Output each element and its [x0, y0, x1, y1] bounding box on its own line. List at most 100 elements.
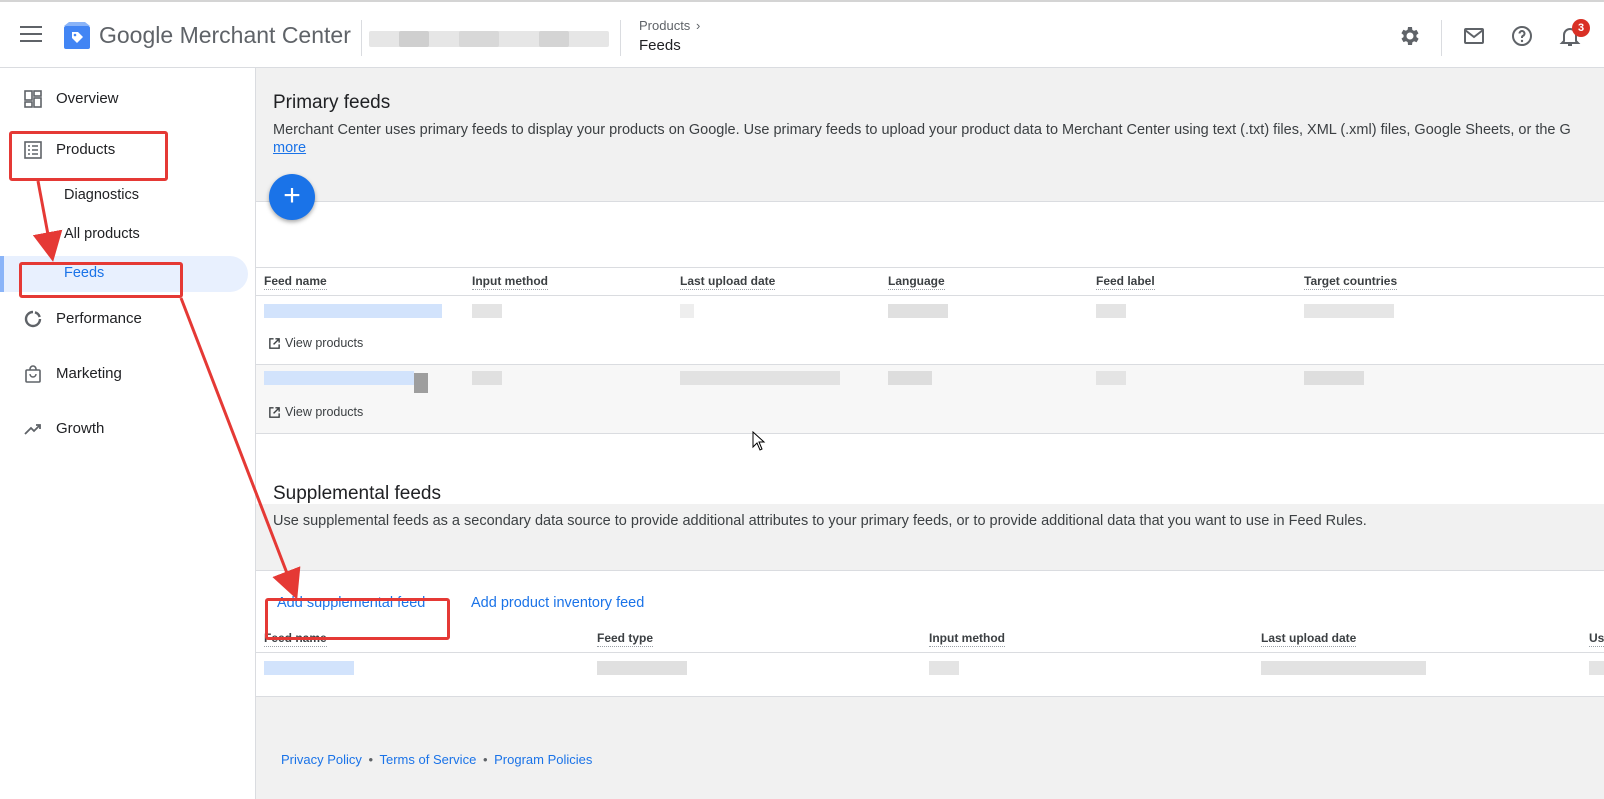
redacted-cell	[1096, 304, 1126, 318]
main-content: Primary feeds Merchant Center uses prima…	[256, 68, 1604, 799]
donut-chart-icon	[24, 310, 42, 328]
divider	[620, 20, 621, 56]
terms-of-service-link[interactable]: Terms of Service	[380, 752, 477, 767]
chevron-right-icon: ›	[695, 18, 701, 33]
column-header-target-countries[interactable]: Target countries	[1304, 274, 1398, 290]
divider	[256, 201, 1604, 202]
hamburger-menu-icon[interactable]	[20, 26, 42, 44]
sidebar-item-all-products[interactable]: All products	[0, 217, 248, 253]
column-header-feed-label[interactable]: Feed label	[1096, 274, 1155, 290]
column-header-truncated[interactable]: Us	[1589, 631, 1604, 647]
feeds-highlight-box	[19, 262, 183, 298]
table-row[interactable]: View products	[256, 296, 1604, 364]
dashboard-icon	[24, 90, 42, 108]
column-header-last-upload-date[interactable]: Last upload date	[680, 274, 776, 290]
column-header-label: Feed label	[1096, 274, 1155, 290]
feed-name-link[interactable]	[264, 304, 442, 318]
breadcrumb-parent-label: Products	[639, 18, 691, 33]
column-header-feed-name[interactable]: Feed name	[264, 274, 327, 290]
sidebar-item-performance[interactable]: Performance	[0, 301, 248, 337]
sidebar-item-label: Marketing	[56, 365, 122, 382]
breadcrumb-parent[interactable]: Products ›	[639, 18, 700, 33]
shopping-bag-icon	[25, 365, 41, 383]
mail-icon[interactable]	[1462, 24, 1486, 48]
trending-up-icon	[24, 424, 41, 435]
learn-more-link[interactable]: more	[273, 140, 306, 156]
feed-name-link[interactable]	[264, 371, 414, 385]
redacted-cell	[1304, 371, 1364, 385]
supplemental-feeds-title: Supplemental feeds	[273, 483, 441, 504]
column-header-label: Last upload date	[680, 274, 776, 290]
redacted-cell	[1096, 371, 1126, 385]
add-supplemental-highlight-box	[265, 598, 450, 640]
help-icon[interactable]	[1510, 24, 1534, 48]
column-header-input-method[interactable]: Input method	[472, 274, 548, 290]
sidebar-item-label: Performance	[56, 310, 142, 327]
redacted-cell	[472, 371, 502, 385]
program-policies-link[interactable]: Program Policies	[494, 752, 592, 767]
sidebar-item-label: Diagnostics	[64, 187, 139, 203]
top-app-bar: Google Merchant Center Products › Feeds …	[0, 0, 1604, 68]
primary-feeds-title: Primary feeds	[273, 92, 391, 113]
open-in-new-icon	[269, 407, 280, 418]
footer-separator: •	[482, 752, 488, 767]
footer-separator: •	[368, 752, 374, 767]
open-in-new-icon	[269, 338, 280, 349]
primary-feeds-description: Merchant Center uses primary feeds to di…	[273, 122, 1571, 138]
redacted-cell	[1589, 661, 1604, 675]
divider	[256, 696, 1604, 697]
sidebar-item-marketing[interactable]: Marketing	[0, 356, 248, 392]
redacted-cell	[680, 371, 840, 385]
column-header-label: Us	[1589, 631, 1604, 647]
add-product-inventory-feed-button[interactable]: Add product inventory feed	[471, 595, 644, 611]
notification-badge: 3	[1572, 19, 1590, 37]
products-highlight-box	[9, 131, 168, 181]
column-header-input-method[interactable]: Input method	[929, 631, 1005, 647]
table-row[interactable]: View products	[256, 365, 1604, 433]
column-header-label: Feed type	[597, 631, 654, 647]
view-products-label: View products	[285, 336, 364, 350]
redacted-cell	[1261, 661, 1426, 675]
table-row[interactable]	[256, 653, 1604, 696]
privacy-policy-link[interactable]: Privacy Policy	[281, 752, 362, 767]
sidebar-item-label: All products	[64, 226, 140, 242]
brand-product: Merchant Center	[179, 22, 351, 48]
column-header-language[interactable]: Language	[888, 274, 945, 290]
supplemental-feeds-table: Add supplemental feed Add product invent…	[256, 570, 1604, 697]
divider	[256, 433, 1604, 434]
merchant-center-logo-icon	[64, 22, 90, 49]
view-products-label: View products	[285, 405, 364, 419]
app-title[interactable]: Google Merchant Center	[99, 22, 351, 49]
column-header-label: Feed name	[264, 274, 327, 290]
column-header-feed-type[interactable]: Feed type	[597, 631, 654, 647]
view-products-link[interactable]: View products	[268, 405, 363, 419]
column-header-label: Last upload date	[1261, 631, 1357, 647]
sidebar-item-diagnostics[interactable]: Diagnostics	[0, 178, 248, 214]
redacted-cell	[1304, 304, 1394, 318]
redacted-cell	[680, 304, 694, 318]
supplemental-feeds-description: Use supplemental feeds as a secondary da…	[273, 513, 1367, 529]
feed-name-link[interactable]	[264, 661, 354, 675]
redacted-cell	[414, 373, 428, 393]
redacted-cell	[888, 304, 948, 318]
add-primary-feed-button[interactable]: +	[269, 174, 315, 220]
sidebar-item-label: Overview	[56, 90, 119, 107]
divider	[256, 570, 1604, 571]
redacted-cell	[597, 661, 687, 675]
redacted-cell	[888, 371, 932, 385]
redacted-cell	[929, 661, 959, 675]
sidebar-item-growth[interactable]: Growth	[0, 411, 248, 447]
mouse-cursor-icon	[752, 431, 766, 451]
sidebar-item-label: Growth	[56, 420, 105, 437]
primary-feeds-table: Feed name Input method Last upload date …	[256, 201, 1604, 504]
breadcrumb-current: Feeds	[639, 37, 681, 54]
column-header-label: Language	[888, 274, 945, 290]
divider	[361, 20, 362, 56]
sidebar-item-overview[interactable]: Overview	[0, 81, 248, 117]
redacted-cell	[472, 304, 502, 318]
column-header-label: Input method	[472, 274, 548, 290]
account-selector[interactable]	[369, 31, 609, 47]
column-header-last-upload-date[interactable]: Last upload date	[1261, 631, 1357, 647]
view-products-link[interactable]: View products	[268, 336, 363, 350]
gear-icon[interactable]	[1397, 24, 1421, 48]
